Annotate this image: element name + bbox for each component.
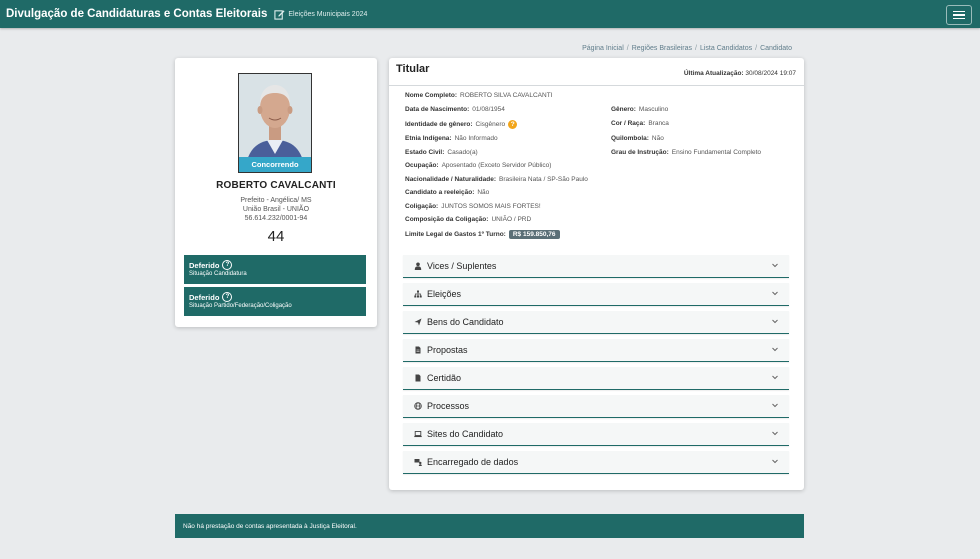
party-status-title: Deferido [189, 292, 220, 302]
field-coalition-composition: Composição da Coligação: UNIÃO / PRD [405, 216, 532, 223]
accordion-sites-do-candidato[interactable]: Sites do Candidato [403, 423, 789, 446]
field-indigenous-ethnicity: Etnia Indígena: Não Informado [405, 135, 498, 142]
divider [389, 85, 804, 86]
candidate-card: Concorrendo ROBERTO CAVALCANTI Prefeito … [175, 58, 377, 327]
field-spending-limit: Limite Legal de Gastos 1º Turno: R$ 159.8… [405, 230, 560, 239]
breadcrumb-item[interactable]: Página Inicial [582, 45, 624, 52]
accordion-label: Certidão [427, 373, 462, 383]
field-gender: Gênero: Masculino [611, 106, 669, 113]
accordion-label: Eleições [427, 289, 462, 299]
field-birth-date: Data de Nascimento: 01/08/1954 [405, 106, 505, 113]
send-icon [414, 318, 422, 326]
chevron-down-icon [772, 403, 778, 408]
candidate-cnpj: 56.614.232/0001-94 [244, 215, 308, 222]
data-officer-icon [414, 459, 422, 466]
section-title: Titular [396, 63, 430, 75]
candidate-details-card: Titular Última Atualização: 30/08/2024 1… [389, 58, 804, 490]
sitemap-icon [414, 290, 422, 298]
accordion-encarregado-de-dados[interactable]: Encarregado de dados [403, 451, 789, 474]
app-title[interactable]: Divulgação de Candidaturas e Contas Elei… [6, 8, 267, 20]
breadcrumb-item-current: Candidato [760, 45, 792, 52]
candidacy-status-box: Deferido? Situação Candidatura [184, 255, 366, 284]
accordion-certidao[interactable]: Certidão [403, 367, 789, 390]
menu-bar-icon [953, 10, 965, 13]
breadcrumb-item[interactable]: Lista Candidatos [700, 45, 752, 52]
field-gender-identity: Identidade de gênero: Cisgênero? [405, 120, 518, 129]
help-icon[interactable]: ? [222, 292, 233, 302]
accounts-notice-bar: Não há prestação de contas apresentada à… [175, 514, 804, 538]
top-navbar: Divulgação de Candidaturas e Contas Elei… [0, 0, 980, 28]
accordion-label: Vices / Suplentes [427, 261, 497, 271]
globe-icon [414, 402, 422, 410]
accordion-label: Encarregado de dados [427, 457, 519, 467]
election-label[interactable]: Eleições Municipais 2024 [288, 11, 367, 18]
candidacy-status-title: Deferido [189, 260, 220, 270]
field-quilombola: Quilombola: Não [611, 135, 664, 142]
field-full-name: Nome Completo: ROBERTO SILVA CAVALCANTI [405, 92, 553, 99]
breadcrumb-item[interactable]: Regiões Brasileiras [632, 45, 692, 52]
last-update: Última Atualização: 30/08/2024 19:07 [684, 70, 796, 77]
party-status-box: Deferido? Situação Partido/Federação/Col… [184, 287, 366, 316]
laptop-icon [414, 431, 422, 438]
chevron-down-icon [772, 431, 778, 436]
file-icon [415, 346, 421, 354]
chevron-down-icon [772, 291, 778, 296]
menu-bar-icon [953, 17, 965, 20]
info-icon[interactable]: ? [508, 120, 518, 129]
menu-bar-icon [953, 14, 965, 16]
help-icon[interactable]: ? [222, 260, 233, 270]
field-coalition: Coligação: JUNTOS SOMOS MAIS FORTES! [405, 203, 541, 210]
accordion-processos[interactable]: Processos [403, 395, 789, 418]
accordion-vices-suplentes[interactable]: Vices / Suplentes [403, 255, 789, 278]
candidate-name: ROBERTO CAVALCANTI [216, 180, 336, 191]
field-reelection: Candidato a reeleição: Não [405, 189, 490, 196]
field-education: Grau de Instrução: Ensino Fundamental Com… [611, 149, 762, 156]
accounts-notice-text: Não há prestação de contas apresentada à… [183, 522, 357, 530]
candidate-party: União Brasil - UNIÃO [242, 206, 310, 213]
field-occupation: Ocupação: Aposentado (Exceto Servidor Púb… [405, 162, 552, 169]
field-nationality: Nacionalidade / Naturalidade: Brasileira … [405, 176, 588, 183]
party-status-subtitle: Situação Partido/Federação/Coligação [189, 303, 292, 309]
candidate-number: 44 [267, 228, 285, 245]
last-update-label: Última Atualização: [683, 70, 744, 77]
menu-toggle-button[interactable] [946, 5, 972, 25]
field-marital-status: Estado Civil: Casado(a) [405, 149, 478, 156]
field-race: Cor / Raça: Branca [611, 120, 669, 127]
spending-limit-badge: R$ 159.850,76 [508, 230, 560, 239]
chevron-down-icon [772, 375, 778, 380]
candidate-office: Prefeito - Angélica/ MS [240, 197, 312, 204]
breadcrumb: Página Inicial / Regiões Brasileiras / Lista… [582, 45, 792, 52]
candidate-photo: Concorrendo [238, 73, 312, 173]
last-update-value: 30/08/2024 19:07 [745, 70, 796, 77]
accordion-eleicoes[interactable]: Eleições [403, 283, 789, 306]
accordion-bens-do-candidato[interactable]: Bens do Candidato [403, 311, 789, 334]
accordion-propostas[interactable]: Propostas [403, 339, 789, 362]
chevron-down-icon [772, 263, 778, 268]
edit-icon [274, 9, 285, 20]
accordion-label: Sites do Candidato [427, 429, 504, 439]
document-icon [415, 374, 421, 382]
accordion-label: Processos [427, 401, 470, 411]
accordion-label: Propostas [427, 345, 468, 355]
user-icon [414, 262, 422, 270]
candidacy-status-subtitle: Situação Candidatura [189, 271, 247, 277]
status-ribbon: Concorrendo [239, 157, 311, 172]
chevron-down-icon [772, 459, 778, 464]
chevron-down-icon [772, 347, 778, 352]
accordion-label: Bens do Candidato [427, 317, 504, 327]
chevron-down-icon [772, 319, 778, 324]
